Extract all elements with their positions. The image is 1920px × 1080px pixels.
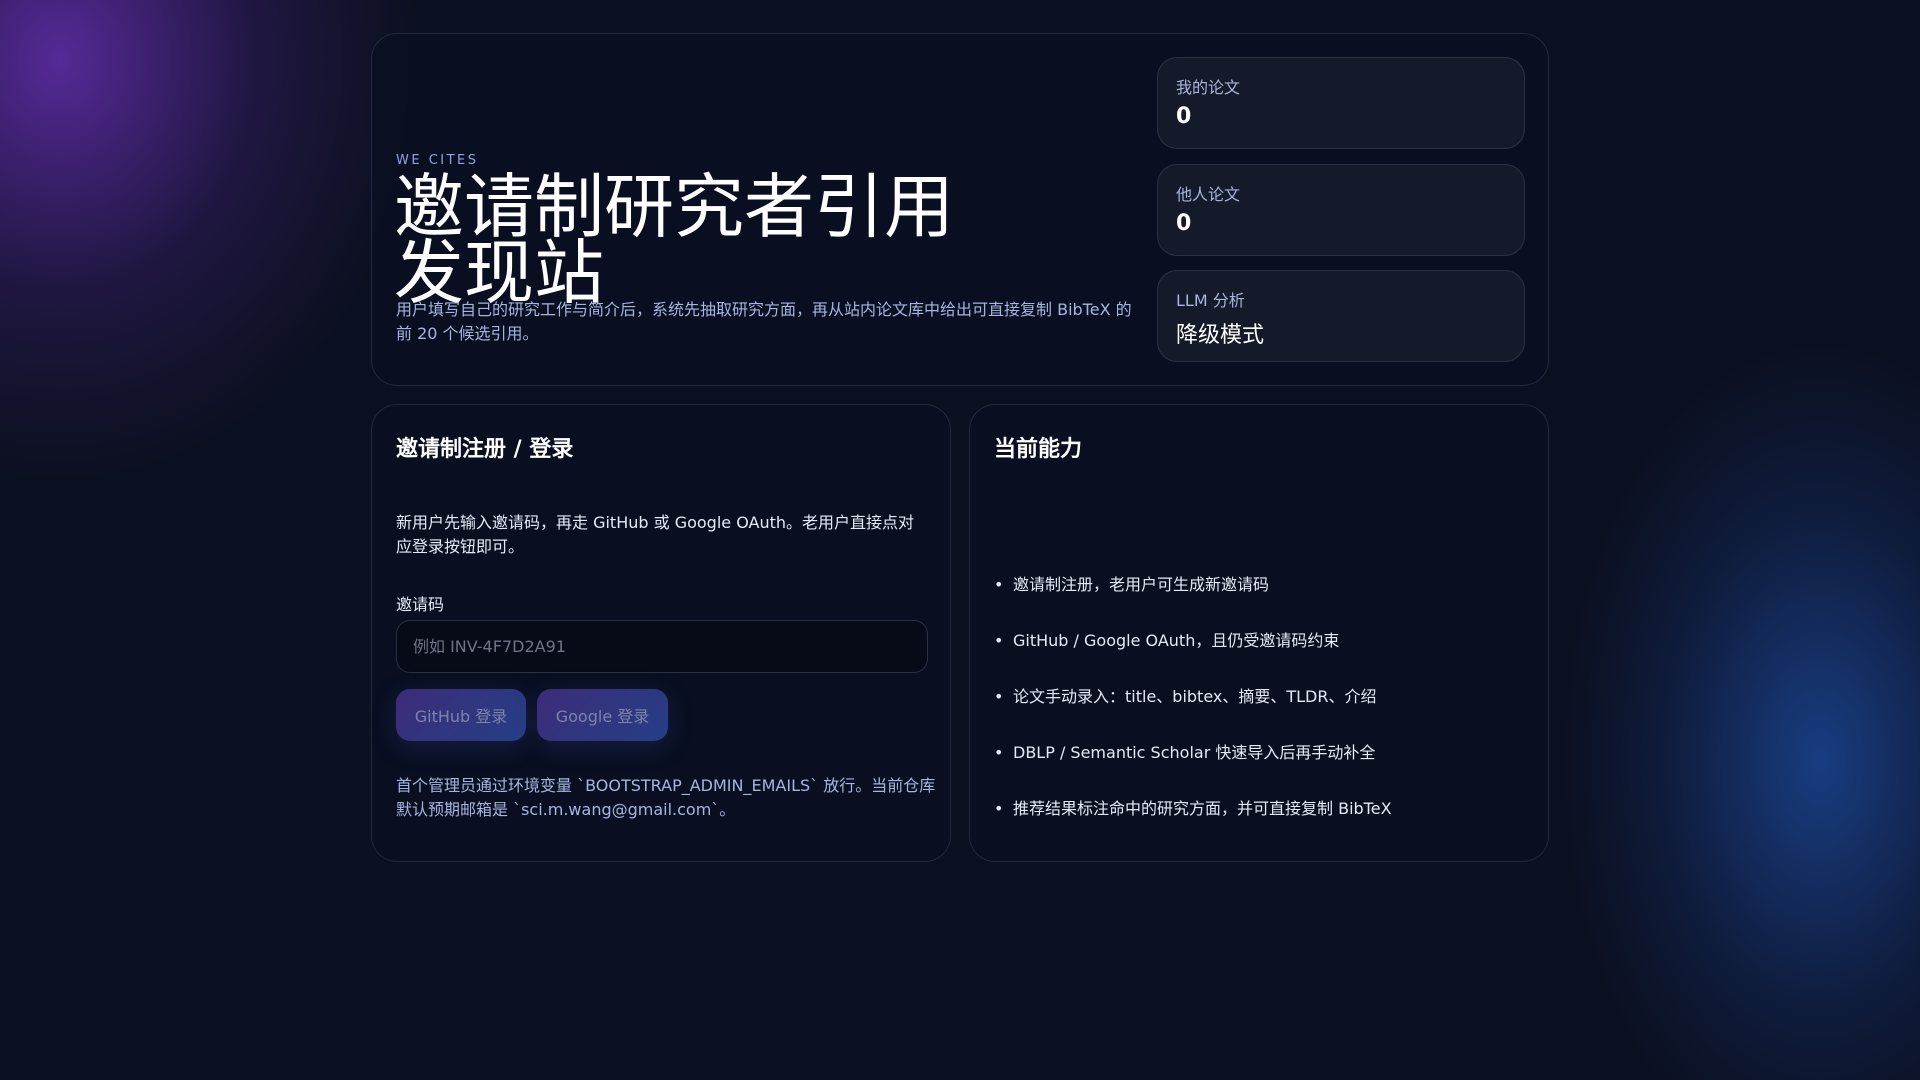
auth-heading: 邀请制注册 / 登录 — [396, 437, 574, 462]
stat-llm-analysis: LLM 分析 降级模式 — [1157, 270, 1525, 362]
invite-code-label: 邀请码 — [396, 595, 445, 614]
github-login-button[interactable]: GitHub 登录 — [396, 689, 526, 741]
list-item: DBLP / Semantic Scholar 快速导入后再手动补全 — [994, 741, 1392, 797]
list-item: 邀请制注册，老用户可生成新邀请码 — [994, 573, 1392, 629]
list-item: GitHub / Google OAuth，且仍受邀请码约束 — [994, 629, 1392, 685]
hero-description: 用户填写自己的研究工作与简介后，系统先抽取研究方面，再从站内论文库中给出可直接复… — [396, 300, 1132, 343]
stat-my-papers: 我的论文 0 — [1157, 57, 1525, 149]
page-title: 邀请制研究者引用发现站 — [394, 166, 954, 314]
invite-code-input[interactable] — [396, 620, 928, 673]
admin-note: 首个管理员通过环境变量 `BOOTSTRAP_ADMIN_EMAILS` 放行。… — [396, 776, 936, 819]
list-item: 论文手动录入：title、bibtex、摘要、TLDR、介绍 — [994, 685, 1392, 741]
google-login-button[interactable]: Google 登录 — [537, 689, 668, 741]
capabilities-list: 邀请制注册，老用户可生成新邀请码 GitHub / Google OAuth，且… — [994, 573, 1392, 853]
capabilities-panel: 当前能力 邀请制注册，老用户可生成新邀请码 GitHub / Google OA… — [969, 404, 1549, 862]
hero-card: WE CITES 邀请制研究者引用发现站 用户填写自己的研究工作与简介后，系统先… — [371, 33, 1549, 386]
stat-value: 0 — [1176, 211, 1192, 236]
stat-value: 降级模式 — [1176, 323, 1265, 348]
stat-others-papers: 他人论文 0 — [1157, 164, 1525, 256]
stat-label: 我的论文 — [1176, 78, 1241, 97]
stat-label: 他人论文 — [1176, 185, 1241, 204]
auth-intro: 新用户先输入邀请码，再走 GitHub 或 Google OAuth。老用户直接… — [396, 513, 915, 556]
stat-label: LLM 分析 — [1176, 291, 1245, 310]
list-item: 推荐结果标注命中的研究方面，并可直接复制 BibTeX — [994, 797, 1392, 853]
auth-panel: 邀请制注册 / 登录 新用户先输入邀请码，再走 GitHub 或 Google … — [371, 404, 951, 862]
stat-value: 0 — [1176, 104, 1192, 129]
capabilities-heading: 当前能力 — [994, 437, 1083, 462]
